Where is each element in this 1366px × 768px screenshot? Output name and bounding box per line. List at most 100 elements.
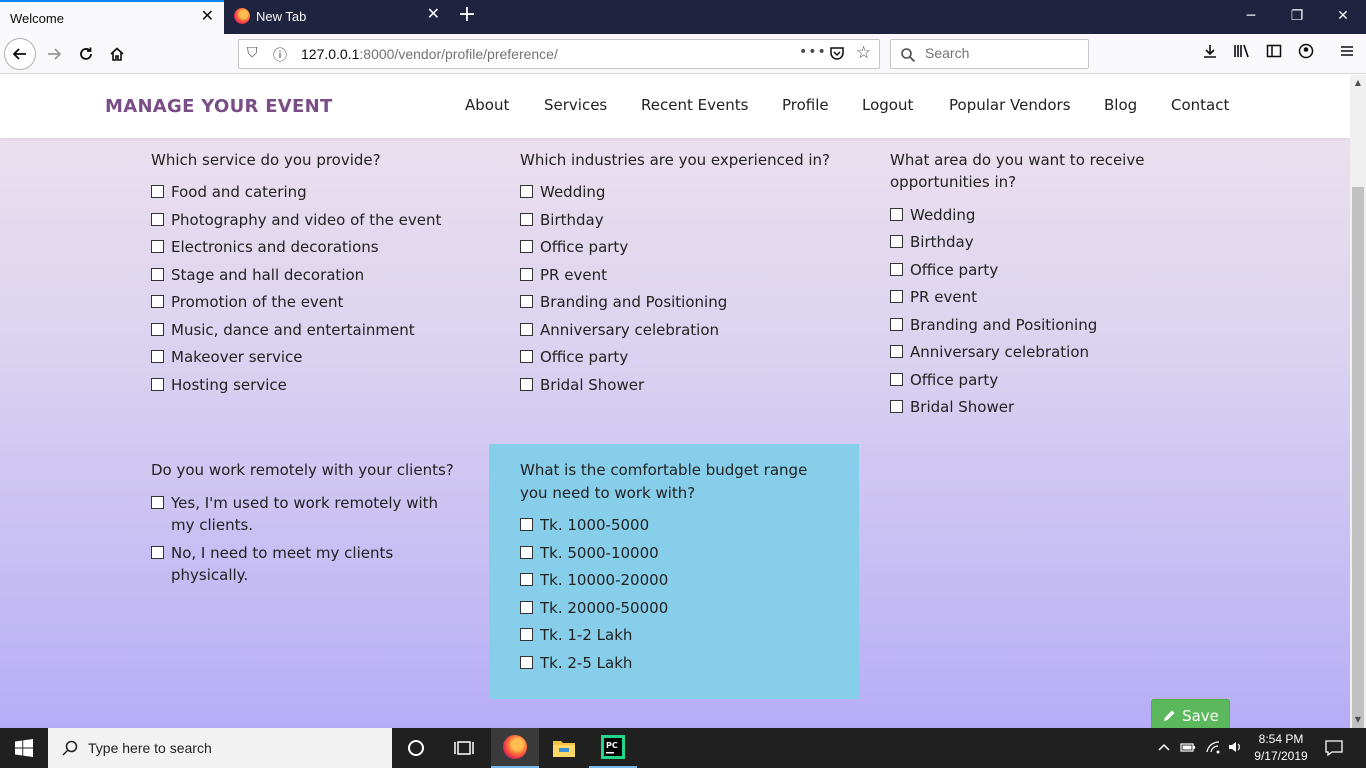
industry-option[interactable]: Bridal Shower: [520, 374, 644, 396]
remote-option-no[interactable]: No, I need to meet my clients physically.: [151, 542, 393, 586]
account-icon[interactable]: [1295, 43, 1317, 63]
service-option[interactable]: Electronics and decorations: [151, 236, 379, 258]
service-option[interactable]: Photography and video of the event: [151, 209, 441, 231]
service-option[interactable]: Food and catering: [151, 181, 307, 203]
taskbar-firefox[interactable]: [491, 728, 539, 768]
service-option[interactable]: Makeover service: [151, 346, 302, 368]
search-bar[interactable]: [890, 39, 1089, 69]
checkbox[interactable]: [520, 350, 533, 363]
checkbox[interactable]: [520, 295, 533, 308]
library-icon[interactable]: [1231, 43, 1253, 63]
checkbox[interactable]: [151, 185, 164, 198]
scroll-thumb[interactable]: [1352, 187, 1364, 753]
taskbar-search[interactable]: Type here to search: [48, 728, 392, 768]
close-window-icon[interactable]: ✕: [1320, 0, 1366, 34]
checkbox[interactable]: [520, 213, 533, 226]
restore-icon[interactable]: ❐: [1274, 0, 1320, 34]
industry-option[interactable]: Anniversary celebration: [520, 319, 719, 341]
industry-option[interactable]: Birthday: [520, 209, 604, 231]
shield-icon[interactable]: ⛉: [247, 45, 258, 61]
forward-button[interactable]: [38, 38, 70, 70]
checkbox[interactable]: [151, 350, 164, 363]
task-view-button[interactable]: [440, 728, 488, 768]
budget-option[interactable]: Tk. 1000-5000: [520, 514, 649, 536]
area-option[interactable]: Birthday: [890, 231, 974, 253]
industry-option[interactable]: Office party: [520, 346, 628, 368]
save-button[interactable]: Save: [1151, 699, 1230, 728]
nav-blog[interactable]: Blog: [1104, 96, 1137, 114]
area-option[interactable]: Wedding: [890, 204, 975, 226]
budget-option[interactable]: Tk. 1-2 Lakh: [520, 624, 632, 646]
scroll-up-icon[interactable]: ▲: [1350, 75, 1366, 91]
industry-option[interactable]: Office party: [520, 236, 628, 258]
download-icon[interactable]: [1199, 43, 1221, 63]
tab-new-tab[interactable]: New Tab ✕: [224, 0, 450, 34]
wifi-icon[interactable]: [1205, 740, 1221, 758]
site-brand[interactable]: MANAGE YOUR EVENT: [105, 96, 333, 117]
checkbox[interactable]: [151, 240, 164, 253]
nav-about[interactable]: About: [465, 96, 509, 114]
budget-option[interactable]: Tk. 2-5 Lakh: [520, 652, 632, 674]
volume-icon[interactable]: [1228, 740, 1244, 758]
checkbox[interactable]: [890, 400, 903, 413]
checkbox[interactable]: [151, 323, 164, 336]
checkbox[interactable]: [890, 263, 903, 276]
search-input[interactable]: [925, 45, 1075, 61]
nav-recent-events[interactable]: Recent Events: [641, 96, 748, 114]
close-icon[interactable]: ✕: [427, 6, 440, 24]
checkbox[interactable]: [151, 546, 164, 559]
remote-option-yes[interactable]: Yes, I'm used to work remotely with my cl…: [151, 492, 438, 536]
checkbox[interactable]: [890, 345, 903, 358]
cortana-button[interactable]: [392, 728, 440, 768]
url-text[interactable]: 127.0.0.1:8000/vendor/profile/preference…: [301, 46, 558, 62]
checkbox[interactable]: [520, 185, 533, 198]
checkbox[interactable]: [520, 518, 533, 531]
checkbox[interactable]: [151, 295, 164, 308]
checkbox[interactable]: [151, 496, 164, 509]
star-icon[interactable]: ☆: [856, 43, 871, 63]
area-option[interactable]: PR event: [890, 286, 977, 308]
tab-welcome[interactable]: Welcome ✕: [0, 0, 224, 34]
checkbox[interactable]: [890, 235, 903, 248]
service-option[interactable]: Music, dance and entertainment: [151, 319, 415, 341]
checkbox[interactable]: [520, 323, 533, 336]
industry-option[interactable]: PR event: [520, 264, 607, 286]
url-bar[interactable]: ⛉ ⓘ 127.0.0.1:8000/vendor/profile/prefer…: [238, 39, 880, 69]
close-icon[interactable]: ✕: [201, 8, 214, 26]
page-actions-icon[interactable]: •••: [799, 44, 827, 60]
menu-icon[interactable]: [1336, 43, 1358, 63]
industry-option[interactable]: Branding and Positioning: [520, 291, 727, 313]
scroll-down-icon[interactable]: ▼: [1350, 712, 1366, 728]
checkbox[interactable]: [520, 656, 533, 669]
nav-popular-vendors[interactable]: Popular Vendors: [949, 96, 1071, 114]
budget-option[interactable]: Tk. 20000-50000: [520, 597, 668, 619]
area-option[interactable]: Branding and Positioning: [890, 314, 1097, 336]
home-button[interactable]: [101, 38, 133, 70]
reload-button[interactable]: [70, 38, 102, 70]
nav-services[interactable]: Services: [544, 96, 607, 114]
checkbox[interactable]: [890, 208, 903, 221]
budget-option[interactable]: Tk. 10000-20000: [520, 569, 668, 591]
new-tab-button[interactable]: +: [456, 4, 478, 28]
sidebar-icon[interactable]: [1263, 43, 1285, 63]
nav-logout[interactable]: Logout: [862, 96, 913, 114]
battery-icon[interactable]: [1180, 740, 1196, 758]
notification-icon[interactable]: [1325, 739, 1343, 761]
page-scrollbar[interactable]: ▲ ▼: [1350, 75, 1366, 753]
checkbox[interactable]: [151, 378, 164, 391]
back-button[interactable]: [4, 38, 36, 70]
area-option[interactable]: Office party: [890, 369, 998, 391]
checkbox[interactable]: [520, 268, 533, 281]
service-option[interactable]: Promotion of the event: [151, 291, 343, 313]
system-clock[interactable]: 8:54 PM 9/17/2019: [1250, 731, 1312, 765]
checkbox[interactable]: [520, 378, 533, 391]
taskbar-file-explorer[interactable]: [540, 728, 588, 768]
checkbox[interactable]: [520, 628, 533, 641]
area-option[interactable]: Anniversary celebration: [890, 341, 1089, 363]
checkbox[interactable]: [520, 573, 533, 586]
checkbox[interactable]: [520, 546, 533, 559]
minimize-icon[interactable]: ─: [1228, 0, 1274, 34]
chevron-up-icon[interactable]: [1157, 740, 1171, 758]
checkbox[interactable]: [890, 373, 903, 386]
budget-option[interactable]: Tk. 5000-10000: [520, 542, 659, 564]
